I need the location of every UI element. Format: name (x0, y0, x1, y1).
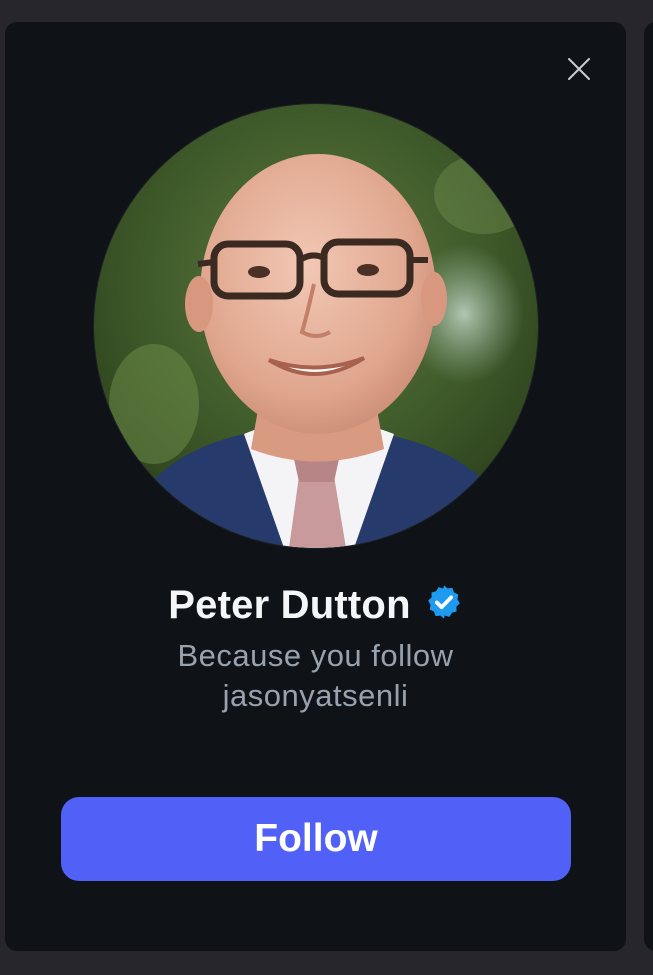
follow-reason-line-1: Because you follow (177, 638, 454, 673)
follow-reason: Because you follow jasonyatsenli (0, 636, 631, 716)
next-card-edge[interactable] (644, 22, 653, 951)
follow-reason-username: jasonyatsenli (222, 678, 409, 713)
profile-avatar[interactable] (94, 104, 538, 548)
follow-button[interactable]: Follow (61, 797, 571, 881)
close-icon (568, 58, 590, 80)
profile-name-row: Peter Dutton (0, 583, 631, 628)
verified-badge-icon (427, 584, 460, 619)
close-button[interactable] (560, 50, 598, 88)
profile-name[interactable]: Peter Dutton (168, 583, 410, 628)
profile-photo (94, 104, 538, 548)
